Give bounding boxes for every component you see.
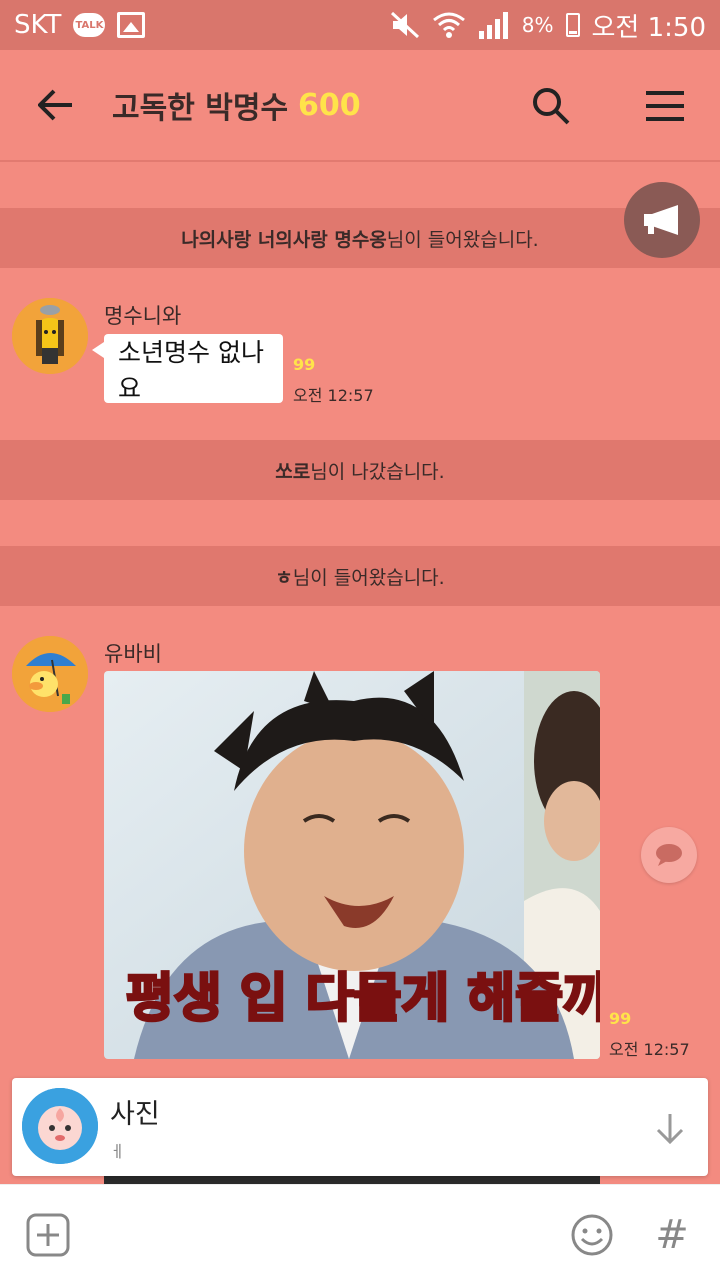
peach-avatar-icon	[22, 1088, 98, 1164]
notice-user: 쏘로	[275, 460, 311, 483]
new-message-preview[interactable]: 사진 ㅔ	[12, 1078, 708, 1176]
emoji-button[interactable]	[568, 1211, 616, 1259]
notice-user: ㅎ	[275, 566, 293, 589]
notice-user: 나의사랑 너의사랑 명수옹	[181, 228, 387, 251]
emoji-icon	[571, 1214, 613, 1256]
search-icon	[533, 88, 570, 125]
megaphone-icon	[644, 205, 678, 235]
status-right: 8% 오전 1:50	[390, 7, 706, 44]
duck-umbrella-avatar-icon	[12, 636, 88, 712]
avatar[interactable]	[12, 298, 88, 374]
message-time: 오전 12:57	[293, 386, 374, 405]
unread-count: 99	[293, 355, 316, 374]
photo-message[interactable]: 평생 입 다물게 해줄까?	[104, 671, 600, 1059]
gallery-notification-icon	[117, 12, 146, 38]
photo-caption: 평생 입 다물게 해줄까?	[126, 969, 600, 1029]
hamburger-menu-icon	[646, 91, 684, 121]
avatar[interactable]	[12, 636, 88, 712]
message-bubble[interactable]: 소년명수 없나요	[92, 334, 283, 403]
kakaotalk-notification-icon: TALK	[73, 13, 106, 37]
sender-name: 유바비	[104, 642, 162, 666]
preview-subtitle: ㅔ	[110, 1142, 125, 1161]
avatar	[22, 1088, 98, 1164]
unread-count: 99	[609, 1009, 632, 1028]
search-button[interactable]	[516, 74, 586, 138]
photo-image: 평생 입 다물게 해줄까?	[104, 671, 600, 1059]
reply-button[interactable]	[641, 827, 697, 883]
hashtag-search-button[interactable]: #	[650, 1207, 694, 1263]
chat-room-title: 고독한 박명수	[112, 91, 289, 126]
chat-header: 고독한 박명수 600	[0, 50, 720, 162]
system-notice: ㅎ 님이 들어왔습니다.	[0, 546, 720, 606]
photo-partial	[104, 1176, 600, 1184]
battery-icon	[565, 13, 580, 37]
signal-icon	[478, 12, 508, 39]
input-bar: #	[0, 1184, 720, 1280]
member-count: 600	[298, 87, 361, 123]
arrow-left-icon	[38, 89, 72, 121]
mute-icon	[390, 11, 419, 39]
scroll-down-button[interactable]	[650, 1108, 690, 1148]
status-bar: SKT TALK 8% 오전 1:50	[0, 0, 720, 50]
speech-bubble-icon	[656, 844, 682, 866]
system-notice: 나의사랑 너의사랑 명수옹 님이 들어왔습니다.	[0, 208, 720, 268]
attach-button[interactable]	[26, 1213, 70, 1257]
notice-text: 님이 나갔습니다.	[310, 460, 445, 483]
notice-text: 님이 들어왔습니다.	[386, 228, 539, 251]
battery-percent: 8%	[521, 13, 554, 37]
carrier-label: SKT	[14, 10, 62, 40]
system-notice: 쏘로 님이 나갔습니다.	[0, 440, 720, 500]
clock: 오전 1:50	[591, 12, 707, 43]
message-time: 오전 12:57	[609, 1040, 690, 1059]
menu-button[interactable]	[630, 74, 700, 138]
back-button[interactable]	[0, 49, 112, 161]
arrow-down-icon	[656, 1114, 684, 1144]
character-avatar-icon	[12, 298, 88, 374]
notice-megaphone-button[interactable]	[624, 182, 700, 258]
notice-text: 님이 들어왔습니다.	[292, 566, 445, 589]
preview-title: 사진	[110, 1099, 160, 1130]
status-left: SKT TALK	[14, 10, 146, 40]
sender-name: 명수니와	[104, 304, 182, 328]
plus-icon	[26, 1213, 70, 1257]
wifi-icon	[432, 12, 465, 38]
